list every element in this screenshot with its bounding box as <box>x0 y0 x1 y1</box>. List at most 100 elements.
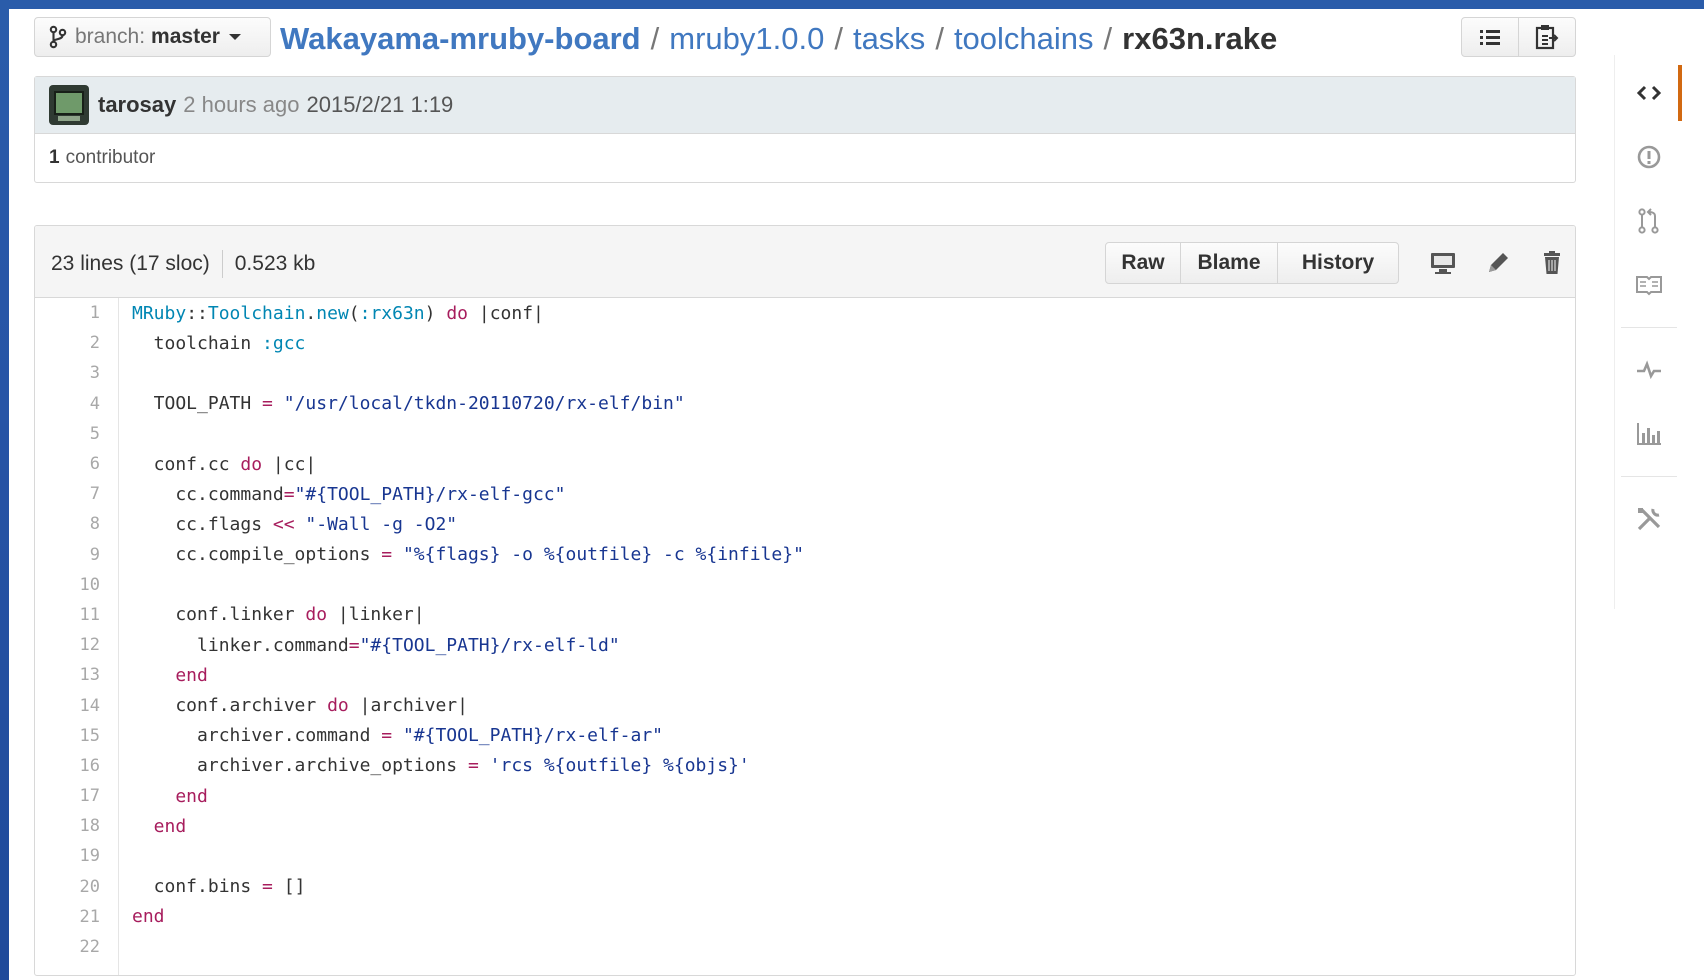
code-icon <box>1636 85 1662 101</box>
code-line-text: end <box>100 786 208 807</box>
line-number[interactable]: 21 <box>35 907 100 927</box>
code-token: ( <box>348 302 360 324</box>
code-line: 18 end <box>35 811 1575 841</box>
line-number[interactable]: 9 <box>35 545 100 565</box>
code-token: end <box>132 785 208 807</box>
code-token: TOOL_PATH <box>132 393 263 415</box>
rail-divider <box>1621 327 1677 328</box>
line-number[interactable]: 11 <box>35 605 100 625</box>
breadcrumb-link-toolchains[interactable]: toolchains <box>954 21 1094 57</box>
code-line: 10 <box>35 570 1575 600</box>
copy-path-button[interactable] <box>1518 18 1575 56</box>
code-line: 3 <box>35 358 1575 388</box>
code-token: "#{TOOL_PATH}/rx-elf-ar" <box>402 725 664 747</box>
desktop-icon[interactable] <box>1429 250 1457 276</box>
gutter-divider <box>118 298 119 975</box>
nav-code[interactable] <box>1615 68 1683 118</box>
nav-graphs[interactable] <box>1615 409 1683 459</box>
code-token: cc.compile_options <box>132 544 382 566</box>
line-number[interactable]: 8 <box>35 514 100 534</box>
code-token: = <box>381 725 393 747</box>
code-token: conf.archiver <box>132 695 328 717</box>
graph-icon <box>1637 423 1661 445</box>
chevron-down-icon <box>228 34 241 40</box>
breadcrumb-link-mruby[interactable]: mruby1.0.0 <box>669 21 824 57</box>
code-line-text: cc.command="#{TOOL_PATH}/rx-elf-gcc" <box>100 483 565 505</box>
breadcrumb-repo-link[interactable]: Wakayama-mruby-board <box>280 21 641 57</box>
line-number[interactable]: 18 <box>35 816 100 836</box>
commit-tease: tarosay 2 hours ago 2015/2/21 1:19 1 con… <box>34 76 1576 183</box>
line-number[interactable]: 6 <box>35 454 100 474</box>
line-number[interactable]: 2 <box>35 333 100 353</box>
code-token: |archiver| <box>348 695 468 717</box>
line-number[interactable]: 10 <box>35 575 100 595</box>
code-token: "-Wall -g -O2" <box>305 513 458 535</box>
code-token: :gcc <box>262 332 306 354</box>
code-token: "%{flags} -o %{outfile} -c %{infile}" <box>402 544 804 566</box>
code-token: "#{TOOL_PATH}/rx-elf-ld" <box>359 634 620 656</box>
line-number[interactable]: 13 <box>35 665 100 685</box>
contributors-summary[interactable]: 1 contributor <box>35 134 1575 182</box>
line-number[interactable]: 22 <box>35 937 100 957</box>
blame-button[interactable]: Blame <box>1180 243 1277 283</box>
file-actions-button-group: Raw Blame History <box>1105 242 1399 284</box>
pencil-icon[interactable] <box>1484 250 1512 276</box>
breadcrumb-separator: / <box>834 21 843 56</box>
file-box: 23 lines (17 sloc) 0.523 kb Raw Blame Hi… <box>34 225 1576 976</box>
file-size: 0.523 kb <box>234 252 316 275</box>
code-token: archiver.archive_options <box>132 755 468 777</box>
file-lines-info: 23 lines (17 sloc) <box>51 252 210 275</box>
code-token: cc.command <box>132 483 284 505</box>
pulse-icon <box>1637 360 1661 380</box>
line-number[interactable]: 16 <box>35 756 100 776</box>
breadcrumb-link-tasks[interactable]: tasks <box>853 21 925 57</box>
line-number[interactable]: 1 <box>35 303 100 323</box>
line-number[interactable]: 12 <box>35 635 100 655</box>
nav-pulse[interactable] <box>1615 345 1683 395</box>
line-number[interactable]: 17 <box>35 786 100 806</box>
code-line: 8 cc.flags << "-Wall -g -O2" <box>35 509 1575 539</box>
code-token: 'rcs %{outfile} %{objs}' <box>489 755 750 777</box>
code-line: 21 end <box>35 902 1575 932</box>
line-number[interactable]: 7 <box>35 484 100 504</box>
line-number[interactable]: 5 <box>35 424 100 444</box>
avatar[interactable] <box>49 85 89 125</box>
nav-wiki[interactable] <box>1615 260 1683 310</box>
code-line: 15 archiver.command = "#{TOOL_PATH}/rx-e… <box>35 721 1575 751</box>
code-token: end <box>132 664 208 686</box>
code-line-text: cc.flags << "-Wall -g -O2" <box>100 514 457 535</box>
commit-message[interactable]: 2015/2/21 1:19 <box>306 92 453 118</box>
commit-header: tarosay 2 hours ago 2015/2/21 1:19 <box>35 77 1575 134</box>
nav-settings[interactable] <box>1615 494 1683 544</box>
list-icon <box>1480 30 1500 45</box>
line-number[interactable]: 19 <box>35 846 100 866</box>
page: branch: master Wakayama-mruby-board / mr… <box>9 9 1704 980</box>
branch-selector-button[interactable]: branch: master <box>34 17 271 57</box>
line-number[interactable]: 3 <box>35 363 100 383</box>
code-token: :rx63n <box>359 302 425 324</box>
file-info: 23 lines (17 sloc) 0.523 kb <box>51 250 315 278</box>
trash-icon[interactable] <box>1538 250 1566 276</box>
code-line: 19 <box>35 841 1575 871</box>
nav-pull-requests[interactable] <box>1615 196 1683 246</box>
code-line-text: archiver.archive_options = 'rcs %{outfil… <box>100 755 750 776</box>
line-number[interactable]: 14 <box>35 696 100 716</box>
line-number[interactable]: 15 <box>35 726 100 746</box>
commit-author[interactable]: tarosay <box>98 92 176 118</box>
code-line-text: conf.archiver do |archiver| <box>100 695 468 716</box>
code-line: 13 end <box>35 660 1575 690</box>
raw-button[interactable]: Raw <box>1106 243 1180 283</box>
nav-issues[interactable] <box>1615 132 1683 182</box>
code-token: toolchain <box>132 332 263 354</box>
code-line: 16 archiver.archive_options = 'rcs %{out… <box>35 751 1575 781</box>
repo-nav-rail <box>1614 55 1682 609</box>
find-file-button[interactable] <box>1462 18 1518 56</box>
code-token: [] <box>272 876 306 898</box>
contributors-count: 1 <box>49 147 60 168</box>
line-number[interactable]: 20 <box>35 877 100 897</box>
history-button[interactable]: History <box>1277 243 1398 283</box>
wiki-icon <box>1636 276 1662 296</box>
line-number[interactable]: 4 <box>35 394 100 414</box>
